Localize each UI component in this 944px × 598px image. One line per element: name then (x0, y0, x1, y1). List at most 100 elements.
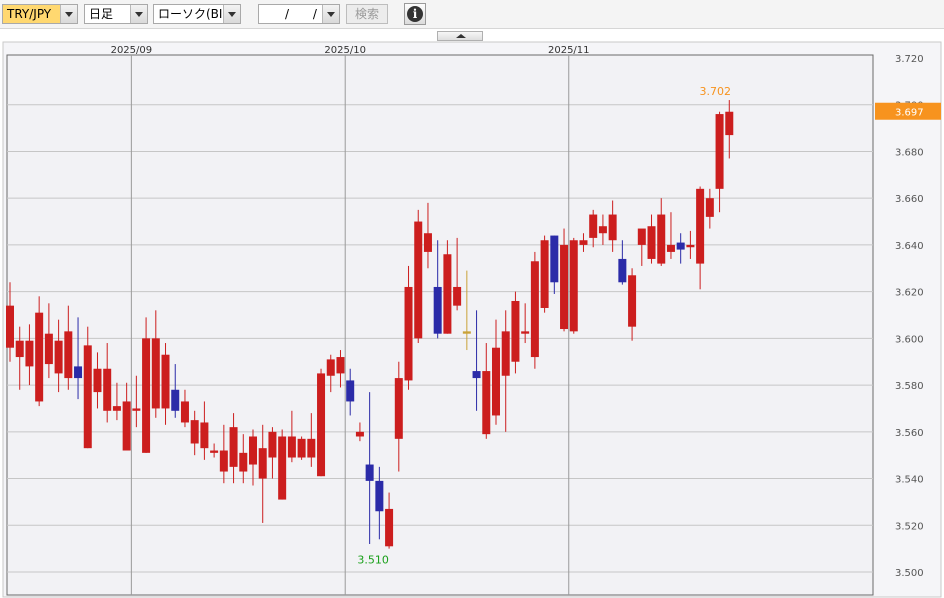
candle-body (307, 438, 316, 458)
candle-body (725, 111, 734, 136)
candle-body (74, 366, 83, 379)
candle-body (375, 480, 384, 512)
candle-body (433, 286, 442, 334)
candle (35, 296, 44, 407)
candle-body (171, 389, 180, 411)
y-tick-label: 3.540 (895, 475, 924, 486)
candle-body (200, 422, 209, 449)
candle-body (686, 244, 695, 248)
y-tick-label: 3.600 (895, 334, 924, 345)
y-tick-label: 3.580 (895, 381, 924, 392)
candle-body (317, 373, 326, 477)
candle-body (521, 331, 530, 334)
candle-body (64, 331, 73, 379)
y-tick-label: 3.620 (895, 288, 924, 299)
y-tick-label: 3.560 (895, 428, 924, 439)
candle-body (346, 380, 355, 402)
candle-body (666, 244, 675, 252)
candle-body (637, 228, 646, 245)
high-price-label: 3.702 (700, 85, 732, 98)
candle-body (657, 214, 666, 264)
candle (443, 240, 452, 334)
candle-body (239, 452, 248, 472)
candle-body (190, 420, 199, 444)
candle (414, 209, 423, 344)
y-tick-label: 3.720 (895, 54, 924, 65)
candle-body (492, 347, 500, 416)
candle-body (385, 508, 394, 547)
candle-body (598, 226, 607, 234)
candle-body (676, 242, 685, 250)
candle (297, 436, 306, 460)
y-tick-label: 3.520 (895, 521, 924, 532)
candle-body (540, 240, 549, 308)
candle-body (180, 401, 189, 423)
candle-body (647, 226, 656, 259)
y-tick-label: 3.680 (895, 147, 924, 158)
candle-body (365, 464, 374, 481)
candle-body (83, 345, 92, 449)
candle-body (705, 198, 714, 217)
candle-body (35, 312, 44, 402)
candle-body (453, 286, 462, 306)
y-tick-label: 3.640 (895, 241, 924, 252)
x-tick-label: 2025/09 (111, 45, 153, 56)
low-price-label: 3.510 (357, 554, 389, 567)
candle-body (54, 340, 63, 374)
candle-body (355, 431, 364, 437)
candle-body (287, 436, 296, 458)
candle-body (326, 359, 335, 376)
candle-body (569, 240, 578, 332)
candle-body (112, 406, 121, 411)
candle (530, 251, 539, 369)
candle-body (696, 188, 705, 264)
candle-body (6, 305, 14, 348)
current-price-label: 3.697 (895, 108, 924, 119)
candle-body (501, 331, 510, 376)
candle-body (297, 438, 306, 458)
y-tick-label: 3.500 (895, 568, 924, 579)
candlestick-chart: 2025/092025/102025/11 3.7203.7003.6803.6… (2, 41, 942, 598)
candle (511, 291, 520, 374)
candle-body (472, 371, 481, 379)
candle-body (268, 431, 277, 458)
candle-body (404, 286, 413, 381)
candle-body (336, 357, 345, 374)
candle-body (229, 427, 238, 467)
candle-body (25, 340, 34, 367)
x-tick-label: 2025/10 (324, 45, 366, 56)
candle-body (511, 300, 520, 362)
candle-body (210, 450, 219, 453)
candle-body (15, 340, 24, 358)
candle-body (530, 261, 539, 358)
candle (569, 237, 578, 334)
candle-body (550, 235, 559, 283)
candle-body (122, 401, 131, 451)
candle-body (249, 436, 257, 465)
y-tick-label: 3.660 (895, 194, 924, 205)
candle-body (414, 221, 423, 339)
candle-body (44, 333, 53, 365)
candle-body (278, 436, 287, 500)
candle-body (132, 408, 141, 411)
candle-body (589, 214, 598, 238)
x-tick-label: 2025/11 (548, 45, 590, 56)
candle-body (394, 378, 403, 439)
candle-body (103, 368, 112, 411)
candle-body (715, 114, 724, 189)
candle-body (161, 354, 170, 409)
candle-body (423, 233, 432, 252)
candle-body (258, 448, 267, 479)
candle-body (93, 368, 102, 393)
candle-body (462, 331, 471, 334)
candle-body (151, 338, 160, 409)
candle (317, 368, 326, 477)
candle-body (219, 450, 228, 472)
candle (278, 429, 287, 500)
candle-body (443, 254, 452, 334)
candle-body (560, 244, 569, 330)
candle-body (618, 258, 627, 283)
candle-body (482, 371, 491, 435)
candle-body (579, 240, 588, 245)
candle-body (142, 338, 151, 453)
